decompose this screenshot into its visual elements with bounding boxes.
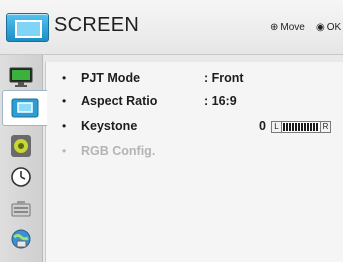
- menu-item-value: : Front: [204, 71, 244, 85]
- screen-icon: [11, 98, 39, 118]
- clock-icon: [11, 167, 31, 187]
- keystone-value: 0: [259, 119, 266, 133]
- move-icon: ⊕: [270, 22, 279, 33]
- tab-audio[interactable]: [4, 132, 38, 160]
- keystone-slider[interactable]: L R: [271, 121, 331, 133]
- menu-item-keystone[interactable]: • Keystone 0 L R: [46, 116, 343, 140]
- picture-icon: [9, 67, 33, 87]
- menu-item-label: RGB Config.: [81, 144, 156, 158]
- tab-options[interactable]: [4, 195, 38, 223]
- screen-menu-window: SCREEN ⊕ Move ◉ OK • PJT Mode: Front • …: [0, 0, 343, 262]
- tab-picture[interactable]: [4, 63, 38, 91]
- tab-screen[interactable]: [2, 90, 47, 126]
- network-icon: [11, 229, 31, 249]
- bullet: •: [62, 144, 67, 158]
- menu-item-label: PJT Mode: [81, 71, 141, 85]
- menu-item-rgb-config: • RGB Config.: [46, 141, 343, 165]
- bullet: •: [62, 94, 67, 108]
- category-sidebar: [0, 55, 47, 262]
- bullet: •: [62, 71, 67, 85]
- bullet: •: [62, 119, 67, 133]
- ok-hint: ◉ OK: [316, 22, 341, 33]
- tab-time[interactable]: [4, 163, 38, 191]
- menu-item-value: : 16:9: [204, 94, 237, 108]
- ok-icon: ◉: [316, 22, 325, 33]
- move-hint: ⊕ Move: [270, 22, 305, 33]
- menu-header: SCREEN ⊕ Move ◉ OK: [0, 0, 343, 55]
- ok-hint-label: OK: [326, 22, 342, 33]
- options-icon: [11, 201, 31, 217]
- menu-item-aspect-ratio[interactable]: • Aspect Ratio : 16:9: [46, 91, 343, 115]
- slider-right-label: R: [320, 122, 330, 132]
- audio-icon: [11, 135, 31, 157]
- move-hint-label: Move: [280, 22, 305, 33]
- page-title: SCREEN: [54, 14, 140, 36]
- settings-panel: • PJT Mode : Front • Aspect Ratio : 16:9…: [45, 62, 343, 262]
- menu-item-pjt-mode[interactable]: • PJT Mode : Front: [46, 68, 343, 92]
- tab-network[interactable]: [4, 225, 38, 253]
- screen-icon: [6, 13, 49, 42]
- menu-item-label: Keystone: [81, 119, 138, 133]
- slider-track: [283, 123, 319, 131]
- menu-item-label: Aspect Ratio: [81, 94, 158, 108]
- slider-left-label: L: [272, 122, 282, 132]
